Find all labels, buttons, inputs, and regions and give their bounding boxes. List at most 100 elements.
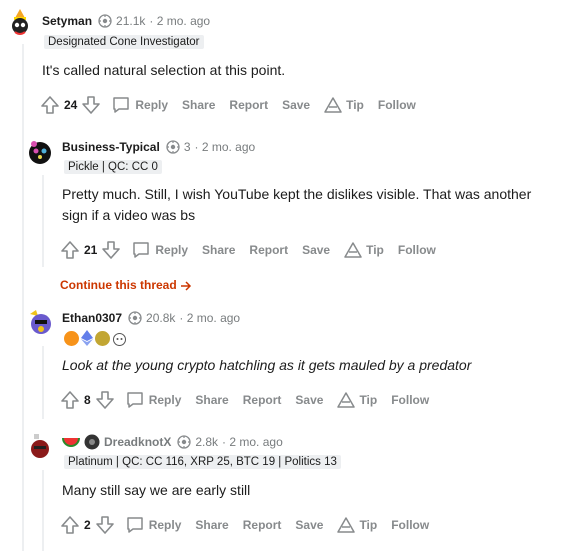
ethereum-icon — [81, 330, 93, 346]
upvote-icon[interactable] — [40, 95, 60, 115]
watermelon-icon — [62, 437, 80, 447]
reply-label: Reply — [135, 98, 169, 112]
karma-icon — [98, 14, 112, 28]
username[interactable]: Business-Typical — [62, 140, 160, 154]
thread-line[interactable] — [42, 346, 44, 419]
thread-line[interactable] — [42, 470, 44, 551]
report-button[interactable]: Report — [243, 393, 282, 407]
avatar[interactable] — [26, 138, 54, 166]
tip-icon — [337, 392, 356, 408]
share-button[interactable]: Share — [202, 243, 235, 257]
reply-label: Reply — [155, 243, 189, 257]
share-button[interactable]: Share — [195, 518, 228, 532]
comment-icon — [133, 242, 150, 258]
report-button[interactable]: Report — [249, 243, 288, 257]
username[interactable]: Ethan0307 — [62, 311, 122, 325]
vote-count: 8 — [84, 393, 91, 407]
tip-icon — [344, 242, 362, 258]
reddit-snoo-icon — [113, 332, 126, 346]
vote-count: 21 — [84, 243, 98, 257]
thread-line[interactable] — [22, 44, 24, 551]
karma-count: 2.8k — [195, 435, 219, 449]
tip-button[interactable]: Tip — [337, 392, 377, 408]
tip-icon — [324, 97, 342, 113]
comment-body: It's called natural selection at this po… — [42, 62, 286, 78]
tip-label: Tip — [359, 393, 378, 407]
vote-count: 2 — [84, 518, 91, 532]
avatar-icon — [84, 434, 100, 450]
vote-count: 24 — [64, 98, 78, 112]
continue-thread-link[interactable]: Continue this thread — [60, 278, 192, 292]
downvote-icon[interactable] — [81, 95, 101, 115]
follow-button[interactable]: Follow — [378, 98, 416, 112]
avatar[interactable] — [6, 8, 34, 36]
avatar[interactable] — [26, 432, 54, 460]
reply-button[interactable]: Reply — [125, 390, 182, 410]
report-button[interactable]: Report — [229, 98, 268, 112]
username[interactable]: DreadknotX — [104, 435, 171, 449]
reply-label: Reply — [148, 393, 182, 407]
save-button[interactable]: Save — [295, 393, 323, 407]
tip-button[interactable]: Tip — [337, 517, 377, 533]
karma-count: 21.1k — [116, 14, 146, 28]
downvote-icon[interactable] — [95, 390, 115, 410]
comment-age[interactable]: · 2 mo. ago — [179, 311, 240, 325]
comment-age[interactable]: · 2 mo. ago — [195, 140, 256, 154]
save-button[interactable]: Save — [302, 243, 330, 257]
comment-body-line: sign if a video was bs — [62, 207, 196, 223]
thread-line[interactable] — [42, 175, 44, 267]
karma-icon — [166, 140, 180, 154]
dogecoin-icon — [95, 330, 110, 346]
karma-count: 3 — [183, 140, 191, 154]
user-flair: Pickle | QC: CC 0 — [64, 160, 162, 174]
downvote-icon[interactable] — [95, 515, 115, 535]
share-button[interactable]: Share — [182, 98, 215, 112]
bitcoin-icon — [64, 330, 79, 346]
comment-actions: 2 Reply Share Report Save Tip Follow — [60, 515, 429, 535]
tip-label: Tip — [359, 518, 378, 532]
follow-button[interactable]: Follow — [391, 393, 429, 407]
comment-header: Business-Typical 3 · 2 mo. ago — [62, 140, 255, 154]
reply-label: Reply — [148, 518, 182, 532]
karma-count: 20.8k — [146, 311, 176, 325]
comment-actions: 21 Reply Share Report Save Tip Follow — [60, 240, 436, 260]
karma-icon — [177, 435, 192, 449]
reply-button[interactable]: Reply — [131, 240, 188, 260]
continue-thread-label: Continue this thread — [60, 278, 177, 292]
downvote-icon[interactable] — [101, 240, 121, 260]
comment-body: Pretty much. Still, I wish YouTube kept … — [62, 184, 531, 226]
comment-header: Setyman 21.1k · 2 mo. ago — [42, 14, 210, 28]
share-button[interactable]: Share — [195, 393, 228, 407]
user-flair: Designated Cone Investigator — [44, 35, 204, 49]
comment-age[interactable]: · 2 mo. ago — [222, 435, 283, 449]
tip-button[interactable]: Tip — [344, 242, 384, 258]
username[interactable]: Setyman — [42, 14, 92, 28]
avatar[interactable] — [26, 308, 54, 336]
reply-button[interactable]: Reply — [111, 95, 168, 115]
flair-badges — [64, 330, 127, 346]
report-button[interactable]: Report — [243, 518, 282, 532]
tip-icon — [337, 517, 356, 533]
follow-button[interactable]: Follow — [398, 243, 436, 257]
tip-label: Tip — [366, 243, 384, 257]
comment-body: Look at the young crypto hatchling as it… — [62, 357, 472, 373]
upvote-icon[interactable] — [60, 390, 80, 410]
comment-age[interactable]: · 2 mo. ago — [149, 14, 210, 28]
comment-actions: 8 Reply Share Report Save Tip Follow — [60, 390, 429, 410]
comment-icon — [126, 517, 143, 533]
arrow-right-icon — [181, 281, 192, 291]
upvote-icon[interactable] — [60, 240, 80, 260]
tip-button[interactable]: Tip — [324, 97, 364, 113]
comment-actions: 24 Reply Share Report Save Tip Follow — [40, 95, 416, 115]
save-button[interactable]: Save — [282, 98, 310, 112]
comment-header: Ethan0307 20.8k · 2 mo. ago — [62, 311, 240, 325]
comment-body: Many still say we are early still — [62, 482, 251, 498]
comment-icon — [113, 97, 130, 113]
comment-header: DreadknotX 2.8k · 2 mo. ago — [62, 434, 283, 450]
user-flair: Platinum | QC: CC 116, XRP 25, BTC 19 | … — [64, 455, 341, 469]
save-button[interactable]: Save — [295, 518, 323, 532]
follow-button[interactable]: Follow — [391, 518, 429, 532]
karma-icon — [128, 311, 142, 325]
upvote-icon[interactable] — [60, 515, 80, 535]
reply-button[interactable]: Reply — [125, 515, 182, 535]
